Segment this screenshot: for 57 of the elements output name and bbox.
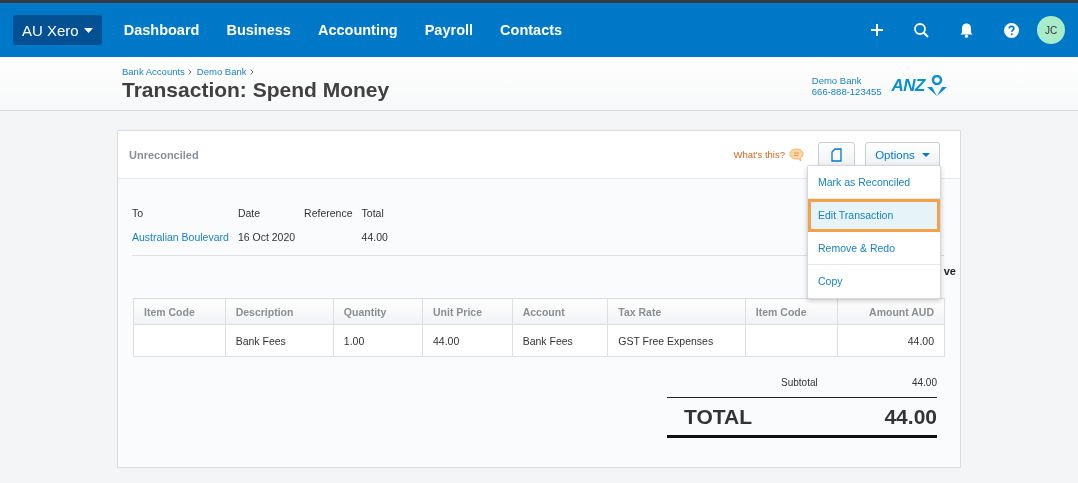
column-header: Unit Price (422, 298, 513, 325)
column-header: Amount AUD (837, 298, 945, 325)
chevron-icon (187, 68, 192, 75)
field-label: Date (237, 207, 262, 219)
subtotal-value: 44.00 (911, 377, 937, 388)
account-number: 666-888-123455 (811, 85, 882, 97)
nav-link[interactable]: Business (226, 22, 291, 38)
table-cell: Bank Fees (512, 324, 608, 357)
help-icon[interactable] (1004, 22, 1019, 38)
document-icon (831, 147, 842, 162)
table-cell: GST Free Expenses (607, 324, 746, 357)
column-header: Description (225, 298, 334, 325)
table-cell: 44.00 (422, 324, 513, 357)
reconciliation-status: Unreconciled (129, 148, 199, 161)
breadcrumb-link[interactable]: Demo Bank (196, 66, 247, 77)
attachment-button[interactable] (818, 141, 855, 168)
menu-item[interactable]: Copy (808, 265, 940, 298)
speech-bubble-icon (789, 147, 804, 162)
nav-link[interactable]: Dashboard (123, 22, 200, 38)
column-header: Tax Rate (607, 298, 746, 325)
menu-item[interactable]: Edit Transaction (808, 199, 940, 232)
organisation-menu-button[interactable]: AU Xero (13, 15, 102, 45)
notification-bell-icon[interactable] (960, 22, 973, 38)
help-link[interactable]: What's this? (733, 149, 785, 160)
breadcrumb-link[interactable]: Bank Accounts (122, 66, 185, 77)
column-header: Item Code (745, 298, 838, 325)
field-label: Reference (304, 207, 353, 219)
total-value: 44.00 (884, 404, 937, 429)
caret-icon (83, 27, 93, 33)
menu-item[interactable]: Remove & Redo (808, 232, 940, 265)
field-value: 16 Oct 2020 (237, 231, 296, 243)
table-cell: 1.00 (333, 324, 423, 357)
chevron-icon (249, 68, 254, 75)
partial-text: ve (943, 265, 956, 277)
page-title: Transaction: Spend Money (122, 78, 390, 102)
field-label: To (132, 207, 145, 219)
search-icon[interactable] (914, 22, 929, 38)
user-avatar[interactable]: JC (1037, 16, 1065, 44)
nav-link[interactable]: Accounting (317, 22, 398, 38)
bank-name: Demo Bank (811, 74, 863, 86)
column-header: Account (512, 298, 608, 325)
caret-icon (921, 152, 930, 157)
options-button[interactable]: Options (865, 141, 940, 168)
table-cell: 44.00 (837, 324, 945, 357)
table-cell: Bank Fees (225, 324, 334, 357)
bank-logo-text: ANZ (891, 75, 925, 96)
column-header: Quantity (333, 298, 423, 325)
subtotal-label: Subtotal (781, 377, 818, 388)
field-value: 44.00 (361, 231, 388, 243)
field-label: Total (361, 207, 385, 219)
nav-link[interactable]: Contacts (500, 22, 563, 38)
add-icon[interactable] (871, 24, 883, 36)
bank-logo-icon (926, 74, 948, 97)
total-label: TOTAL (684, 404, 753, 429)
nav-link[interactable]: Payroll (424, 22, 474, 38)
contact-link[interactable]: Australian Boulevard (132, 231, 229, 243)
column-header: Item Code (133, 298, 226, 325)
